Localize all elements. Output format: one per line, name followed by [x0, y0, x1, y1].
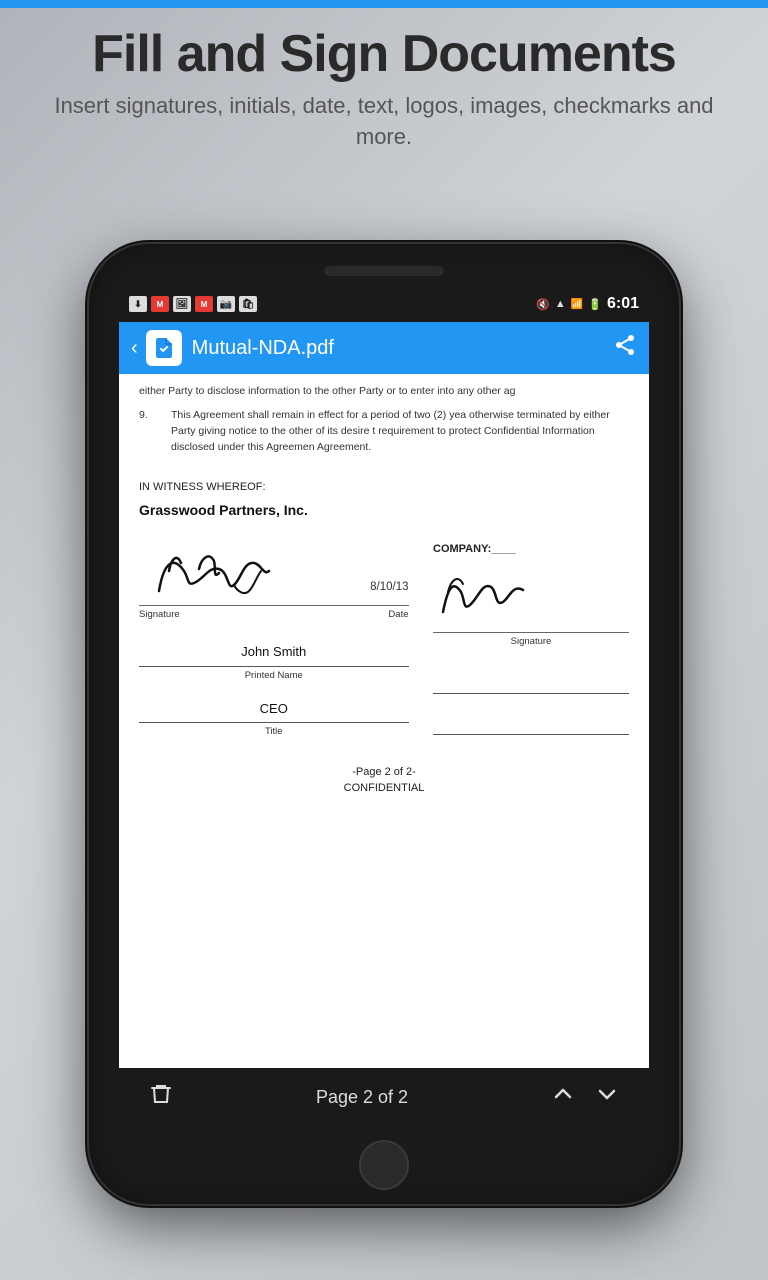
app-toolbar: ‹ Mutual-NDA.pdf	[119, 322, 649, 374]
status-icons-left: ⬇ M 🖼 M 📷 🛍	[129, 296, 257, 312]
share-button[interactable]	[613, 333, 637, 363]
witness-section: IN WITNESS WHEREOF: Grasswood Partners, …	[139, 479, 629, 521]
printed-name-block: John Smith Printed Name	[139, 642, 409, 683]
page-info: Page 2 of 2	[316, 1087, 408, 1108]
doc-text-top: either Party to disclose information to …	[139, 384, 629, 400]
phone-wrapper: ⬇ M 🖼 M 📷 🛍 🔇 ▲ 📶 🔋 6	[0, 169, 768, 1280]
bottom-bar: Page 2 of 2	[119, 1068, 649, 1126]
toolbar-title: Mutual-NDA.pdf	[192, 337, 613, 360]
next-page-button[interactable]	[595, 1082, 619, 1112]
printed-name-val: John Smith	[139, 642, 409, 662]
camera-icon: 📷	[217, 296, 235, 312]
printed-name-label: Printed Name	[139, 669, 409, 683]
status-time: 6:01	[607, 295, 639, 313]
right-sig-column: COMPANY:____ Signature	[433, 541, 629, 735]
gmail-icon: M	[151, 296, 169, 312]
phone-screen: ⬇ M 🖼 M 📷 🛍 🔇 ▲ 📶 🔋 6	[119, 286, 649, 1126]
left-sig-column: 8/10/13 Signature Date John Smith Printe…	[139, 541, 409, 740]
back-button[interactable]: ‹	[131, 337, 138, 360]
download-icon: ⬇	[129, 296, 147, 312]
signal-icon: 📶	[571, 299, 583, 310]
title-val: CEO	[139, 699, 409, 719]
name-line	[139, 666, 409, 667]
right-name-block	[433, 669, 629, 694]
page-footer-line1: -Page 2 of 2-	[139, 764, 629, 781]
trash-button[interactable]	[149, 1082, 173, 1112]
wifi-icon: ▲	[555, 298, 566, 310]
right-title-line	[433, 734, 629, 735]
top-stripe	[0, 0, 768, 8]
title-block: CEO Title	[139, 699, 409, 740]
title-line	[139, 722, 409, 723]
mute-icon: 🔇	[536, 298, 550, 311]
bag-icon: 🛍	[239, 296, 257, 312]
sig-date-wrapper: 8/10/13	[139, 541, 409, 601]
home-button[interactable]	[359, 1140, 409, 1190]
right-name-line	[433, 693, 629, 694]
signatures-area: 8/10/13 Signature Date John Smith Printe…	[139, 541, 629, 740]
prev-page-button[interactable]	[551, 1082, 575, 1112]
status-bar: ⬇ M 🖼 M 📷 🛍 🔇 ▲ 📶 🔋 6	[119, 286, 649, 322]
gmail2-icon: M	[195, 296, 213, 312]
title-label: Title	[139, 725, 409, 739]
company-right-label: COMPANY:____	[433, 541, 629, 558]
battery-icon: 🔋	[588, 298, 602, 311]
lance-signature	[433, 562, 553, 622]
promo-title: Fill and Sign Documents	[40, 26, 728, 83]
phone-device: ⬇ M 🖼 M 📷 🛍 🔇 ▲ 📶 🔋 6	[89, 244, 679, 1204]
sig-label: Signature	[139, 608, 180, 622]
date-value: 8/10/13	[370, 579, 408, 601]
phone-bottom	[359, 1126, 409, 1204]
date-label: Date	[388, 608, 408, 622]
doc-section-9: 9. This Agreement shall remain in effect…	[139, 408, 629, 455]
promo-header: Fill and Sign Documents Insert signature…	[0, 8, 768, 169]
john-smith-signature	[139, 541, 309, 601]
document-content: either Party to disclose information to …	[119, 374, 649, 1068]
witness-label: IN WITNESS WHEREOF:	[139, 479, 629, 496]
page-footer-line2: CONFIDENTIAL	[139, 780, 629, 797]
promo-subtitle: Insert signatures, initials, date, text,…	[40, 91, 728, 153]
image-icon: 🖼	[173, 296, 191, 312]
right-sig-label: Signature	[433, 635, 629, 649]
phone-speaker	[324, 266, 444, 276]
right-title-block	[433, 710, 629, 735]
bottom-nav	[551, 1082, 619, 1112]
right-sig-line	[433, 632, 629, 633]
page-footer: -Page 2 of 2- CONFIDENTIAL	[139, 764, 629, 797]
status-icons-right: 🔇 ▲ 📶 🔋 6:01	[536, 295, 639, 313]
app-icon	[146, 330, 182, 366]
witness-company: Grasswood Partners, Inc.	[139, 500, 629, 521]
